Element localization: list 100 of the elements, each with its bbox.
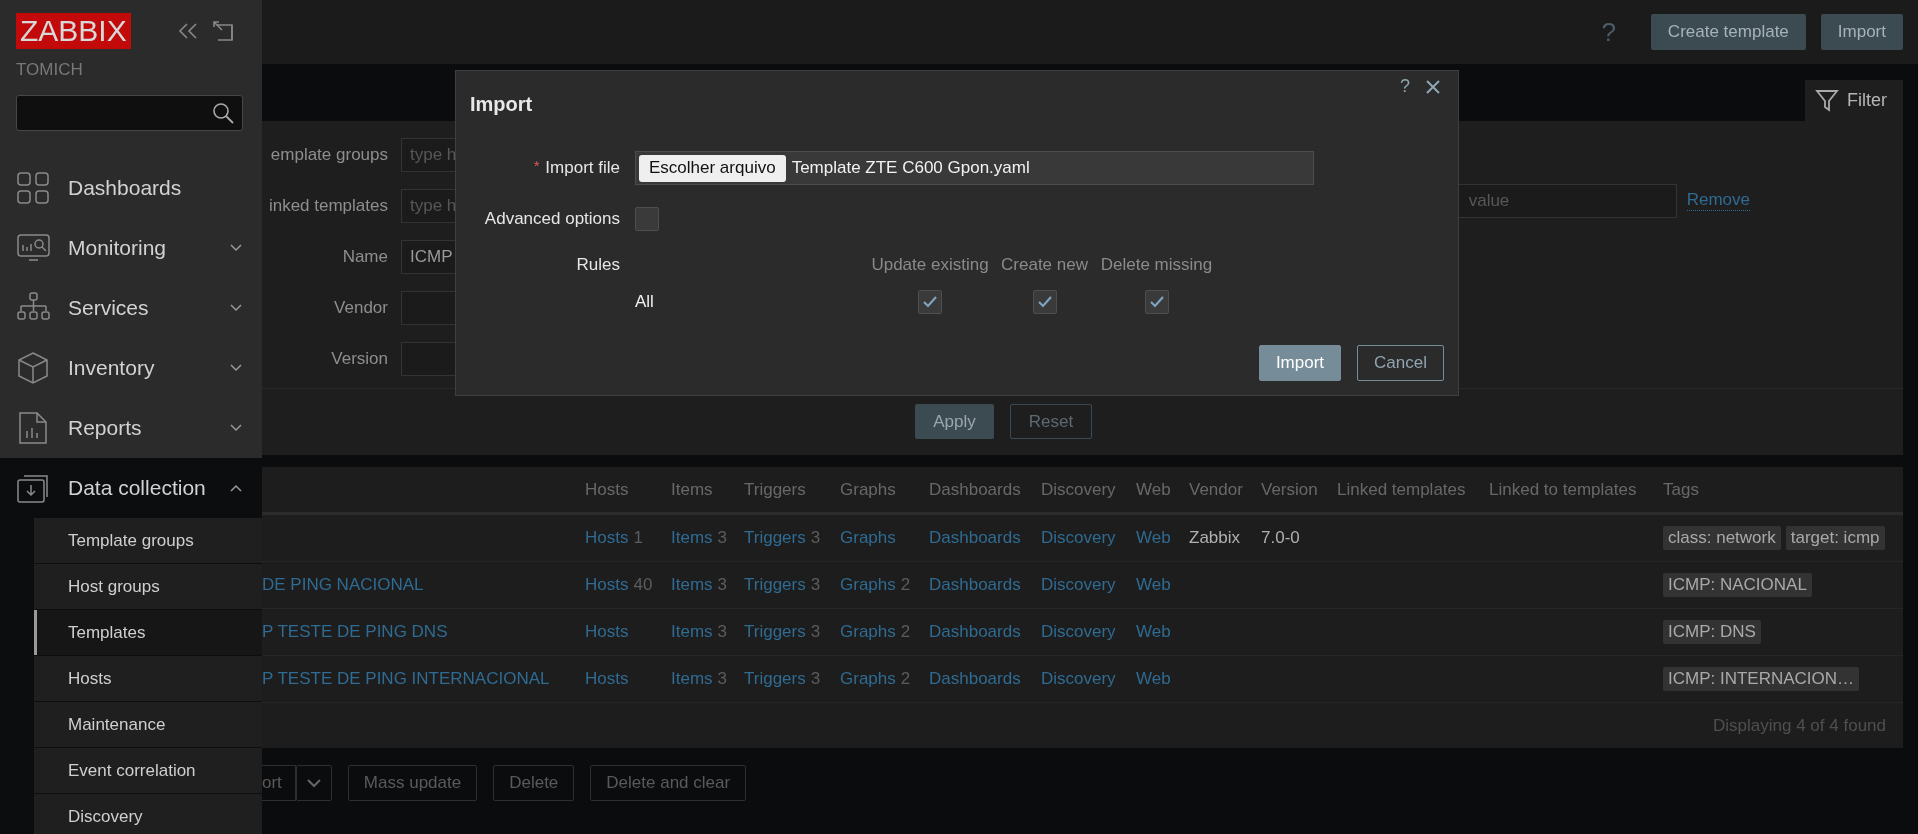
- submenu-item[interactable]: Hosts: [34, 656, 262, 702]
- logo[interactable]: ZABBIX: [16, 13, 131, 49]
- action-button[interactable]: Mass update: [347, 765, 478, 801]
- table-cell: Zabbix: [1189, 528, 1241, 548]
- table-link[interactable]: Hosts: [585, 528, 629, 548]
- table-link[interactable]: Graphs: [840, 528, 896, 548]
- table-link[interactable]: Discovery: [1041, 528, 1116, 548]
- menu-item[interactable]: Inventory: [0, 338, 262, 398]
- column-header[interactable]: Discovery: [1041, 479, 1136, 500]
- checkbox[interactable]: [635, 207, 659, 231]
- table-link[interactable]: Hosts: [585, 622, 629, 642]
- count: 2: [900, 622, 911, 642]
- filter-tab[interactable]: Filter: [1805, 80, 1903, 121]
- checkbox[interactable]: [918, 290, 942, 314]
- action-button[interactable]: Delete and clear: [590, 765, 747, 801]
- table-link[interactable]: Items: [671, 575, 713, 595]
- header-button[interactable]: Create template: [1650, 14, 1806, 50]
- submenu-item[interactable]: Discovery: [34, 794, 262, 834]
- menu-item[interactable]: Reports: [0, 398, 262, 458]
- count: 3: [717, 669, 728, 689]
- download-tray-icon: [17, 472, 51, 504]
- table-link[interactable]: Items: [671, 622, 713, 642]
- table-link[interactable]: Graphs: [840, 622, 896, 642]
- column-header[interactable]: Linked to templates: [1489, 479, 1663, 500]
- table-cell: 7.0-0: [1261, 528, 1300, 548]
- table-link[interactable]: Dashboards: [929, 669, 1021, 689]
- menu-item[interactable]: Data collection: [0, 458, 262, 518]
- count: 3: [810, 575, 821, 595]
- table-link[interactable]: Triggers: [744, 575, 806, 595]
- count: 3: [810, 669, 821, 689]
- column-header[interactable]: Web: [1136, 479, 1189, 500]
- remove-link[interactable]: Remove: [1686, 190, 1750, 211]
- submenu-item[interactable]: Maintenance: [34, 702, 262, 748]
- close-button[interactable]: [1424, 77, 1442, 96]
- check-icon: [923, 296, 937, 308]
- table-link[interactable]: Triggers: [744, 622, 806, 642]
- submenu-item[interactable]: Template groups: [34, 518, 262, 564]
- field-label: Name: [341, 247, 388, 267]
- field-label: * Import file: [532, 158, 620, 178]
- column-header[interactable]: Triggers: [744, 479, 840, 500]
- file-field[interactable]: Escolher arquivo Template ZTE C600 Gpon.yaml: [635, 151, 1314, 185]
- count: 3: [717, 622, 728, 642]
- table-link[interactable]: Triggers: [744, 528, 806, 548]
- choose-file-button[interactable]: Escolher arquivo: [639, 154, 786, 182]
- help-link[interactable]: ?: [1400, 76, 1410, 97]
- column-header[interactable]: Hosts: [585, 479, 671, 500]
- dropdown-button[interactable]: [295, 765, 332, 801]
- table-link[interactable]: Web: [1136, 669, 1171, 689]
- action-button[interactable]: Delete: [493, 765, 575, 801]
- template-link[interactable]: P TESTE DE PING DNS: [262, 622, 448, 642]
- table-link[interactable]: Web: [1136, 622, 1171, 642]
- table-link[interactable]: Dashboards: [929, 575, 1021, 595]
- submenu-item[interactable]: Templates: [34, 610, 262, 656]
- tag[interactable]: ICMP: NACIONAL: [1663, 573, 1812, 597]
- checkbox[interactable]: [1144, 290, 1169, 314]
- table-link[interactable]: Hosts: [585, 669, 629, 689]
- action-button[interactable]: ort: [262, 765, 296, 801]
- submenu-item[interactable]: Event correlation: [34, 748, 262, 794]
- column-header[interactable]: Linked templates: [1337, 479, 1489, 500]
- column-header[interactable]: Dashboards: [929, 479, 1041, 500]
- template-link[interactable]: P TESTE DE PING INTERNACIONAL: [262, 669, 550, 689]
- chevron-up-icon: [230, 484, 242, 492]
- table-link[interactable]: Graphs: [840, 575, 896, 595]
- column-header[interactable]: Items: [671, 479, 744, 500]
- header-button[interactable]: Import: [1820, 14, 1903, 50]
- table-link[interactable]: Discovery: [1041, 622, 1116, 642]
- import-button[interactable]: Import: [1258, 345, 1342, 381]
- column-header[interactable]: Version: [1261, 479, 1337, 500]
- table-link[interactable]: Graphs: [840, 669, 896, 689]
- cancel-button[interactable]: Cancel: [1357, 345, 1444, 381]
- table-link[interactable]: Triggers: [744, 669, 806, 689]
- table-link[interactable]: Dashboards: [929, 528, 1021, 548]
- apply-button[interactable]: Apply: [915, 404, 994, 439]
- tag[interactable]: ICMP: DNS: [1663, 620, 1761, 644]
- table-link[interactable]: Items: [671, 669, 713, 689]
- submenu-item[interactable]: Host groups: [34, 564, 262, 610]
- chevron-down-icon: [230, 304, 242, 312]
- menu-item[interactable]: Services: [0, 278, 262, 338]
- kiosk-mode-icon: [213, 21, 233, 41]
- column-header[interactable]: Vendor: [1189, 479, 1261, 500]
- table-link[interactable]: Dashboards: [929, 622, 1021, 642]
- table-link[interactable]: Hosts: [585, 575, 629, 595]
- field-label: emplate groups: [269, 145, 388, 165]
- template-link[interactable]: DE PING NACIONAL: [262, 575, 424, 595]
- table-link[interactable]: Discovery: [1041, 669, 1116, 689]
- table-link[interactable]: Discovery: [1041, 575, 1116, 595]
- checkbox[interactable]: [1032, 290, 1057, 314]
- table-link[interactable]: Items: [671, 528, 713, 548]
- tag[interactable]: ICMP: INTERNACION…: [1663, 667, 1860, 691]
- table-link[interactable]: Web: [1136, 528, 1171, 548]
- column-header[interactable]: Graphs: [840, 479, 929, 500]
- menu-item[interactable]: Dashboards: [0, 158, 262, 218]
- menu-item[interactable]: Monitoring: [0, 218, 262, 278]
- column-header[interactable]: Tags: [1663, 479, 1903, 500]
- search-field[interactable]: [16, 95, 243, 131]
- tag[interactable]: target: icmp: [1785, 526, 1885, 550]
- table-link[interactable]: Web: [1136, 575, 1171, 595]
- reset-button[interactable]: Reset: [1010, 404, 1092, 439]
- help-link[interactable]: ?: [1601, 16, 1616, 48]
- tag[interactable]: class: network: [1663, 526, 1781, 550]
